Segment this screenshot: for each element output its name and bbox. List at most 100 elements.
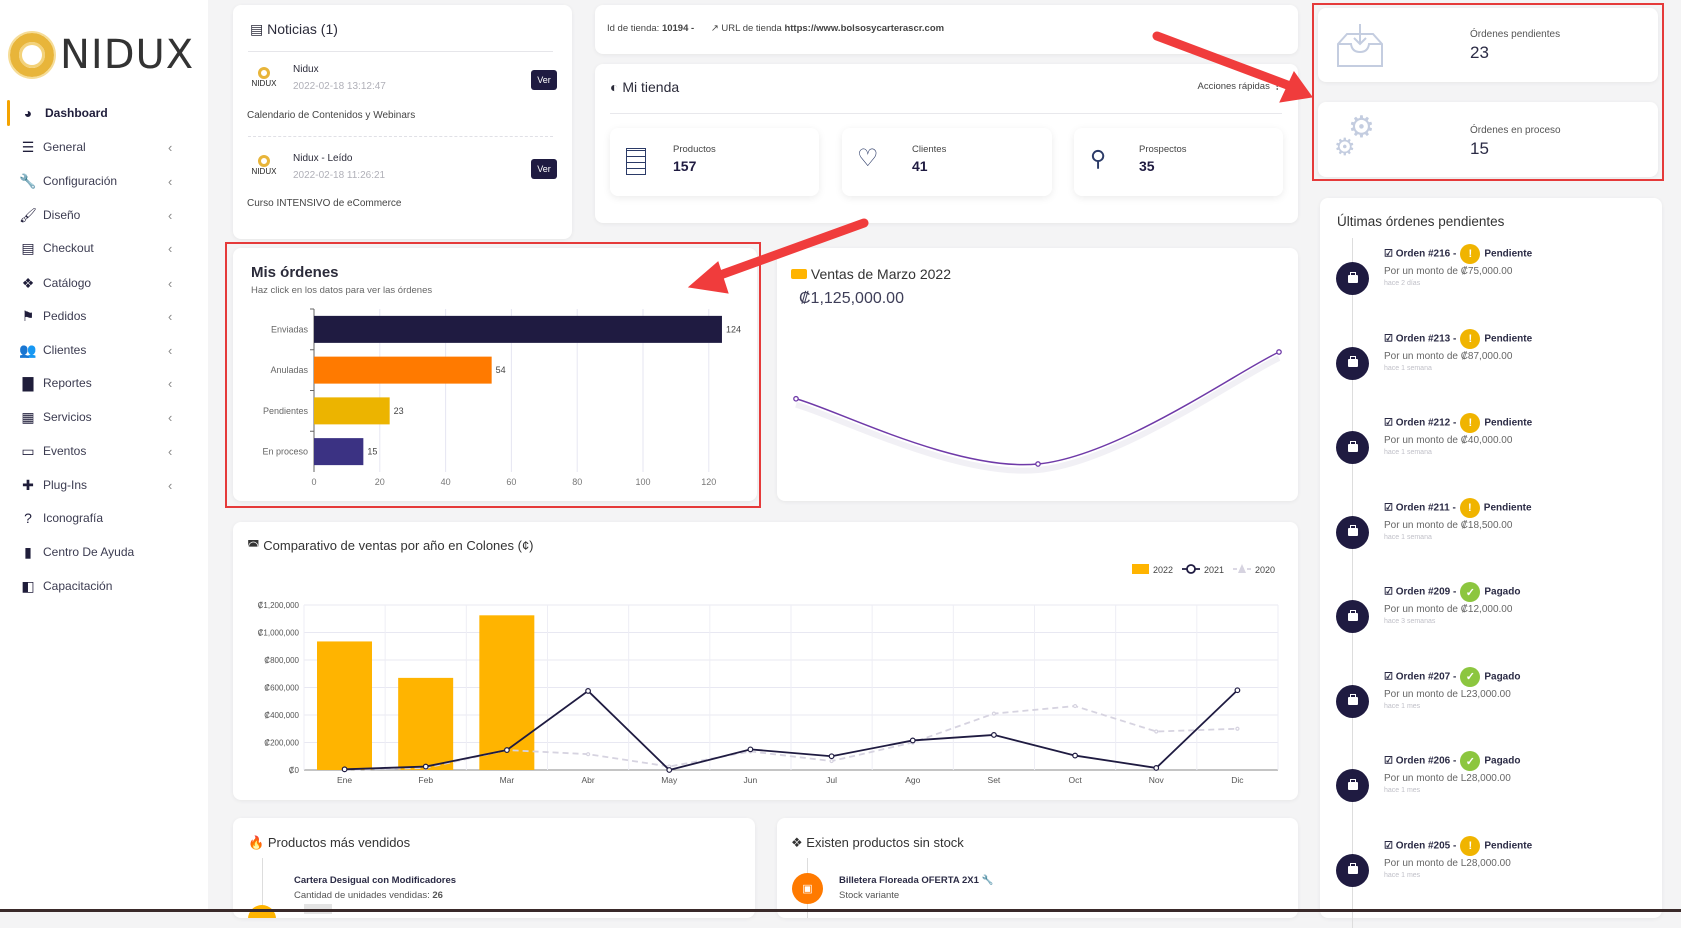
edit-icon: ☑	[1384, 840, 1393, 852]
point-2020-Nov	[1154, 729, 1159, 734]
sidebar-item-capacitaci-n[interactable]: ◧ Capacitación	[0, 571, 208, 601]
view-news-button[interactable]: Ver	[531, 159, 557, 179]
sidebar-item-dise-o[interactable]: 🖌 Diseño ‹	[0, 200, 208, 230]
clients-stat[interactable]: ♡ Clientes 41	[842, 128, 1052, 196]
book-icon: ▮	[24, 543, 32, 560]
news-author: Nidux	[293, 64, 319, 75]
order-item: ☑ Orden #206 - ✓ Pagado Por un monto de L2…	[1320, 751, 1660, 829]
sidebar-item-eventos[interactable]: ▭ Eventos ‹	[0, 436, 208, 466]
order-link[interactable]: ☑ Orden #205 -! Pendiente	[1384, 835, 1533, 856]
x-tick-label: Feb	[418, 775, 433, 785]
news-author: Nidux - Leído	[293, 153, 353, 164]
sidebar-item-checkout[interactable]: ▤ Checkout ‹	[0, 233, 208, 263]
quick-actions-button[interactable]: Acciones rápidas ⋮	[1198, 81, 1283, 92]
order-link[interactable]: ☑ Orden #216 -! Pendiente	[1384, 244, 1532, 264]
store-url-label: URL de tienda	[721, 23, 782, 34]
wrench-icon[interactable]: 🔧	[982, 875, 994, 886]
building-icon	[626, 148, 646, 175]
point-2020-Oct	[1072, 703, 1078, 709]
sidebar-item-label: Dashboard	[45, 106, 108, 120]
order-link[interactable]: ☑ Orden #213 -! Pendiente	[1384, 328, 1532, 349]
order-amount: Por un monto de L23,000.00	[1384, 688, 1511, 700]
exclamation-icon: !	[1460, 244, 1481, 264]
point-2021-Dic	[1234, 687, 1241, 694]
order-amount: Por un monto de ₡87,000.00	[1384, 350, 1513, 362]
order-link[interactable]: ☑ Orden #209 - ✓ Pagado	[1384, 582, 1520, 602]
status-badge: Pagado	[1484, 671, 1521, 683]
chevron-left-icon: ‹	[168, 443, 173, 459]
sidebar-item-label: Catálogo	[43, 276, 92, 290]
order-time: hace 1 semana	[1384, 364, 1432, 372]
sidebar-item-cat-logo[interactable]: ❖ Catálogo ‹	[0, 268, 208, 298]
divider	[610, 113, 1282, 114]
product-name[interactable]: Billetera Floreada OFERTA 2X1	[839, 875, 979, 886]
order-link[interactable]: ☑ Orden #211 -! Pendiente	[1384, 497, 1532, 518]
y-tick-label: ₡200,000	[264, 739, 299, 748]
point-2020-Abr	[585, 752, 591, 757]
point-2021-Nov	[1153, 765, 1160, 771]
chevron-left-icon: ‹	[168, 207, 173, 223]
stock-type: Stock variante	[839, 890, 900, 901]
nidux-logo[interactable]: NIDUX	[10, 32, 194, 78]
prospects-stat[interactable]: ⚲ Prospectos 35	[1074, 128, 1283, 196]
edit-icon: ☑	[1384, 586, 1393, 598]
sidebar-item-iconograf-a[interactable]: ? Iconografía	[0, 503, 208, 533]
vertical-dots-icon: ⋮	[1272, 81, 1283, 92]
status-badge: Pendiente	[1484, 840, 1533, 852]
users-icon: 👥	[19, 341, 37, 358]
comparison-chart[interactable]: ₡0 ₡200,000 ₡400,000 ₡600,000 ₡800,000 ₡1,000…	[233, 522, 1298, 800]
my-store-title: Mi tienda	[622, 79, 680, 95]
product-name[interactable]: Cartera Desigual con Modificadores	[294, 875, 456, 886]
point-2020-Dic	[1235, 726, 1240, 731]
shopping-bag-icon	[1336, 853, 1369, 887]
products-stat[interactable]: Productos 157	[610, 128, 819, 196]
box-icon: ▣	[792, 873, 823, 904]
edit-icon: ☑	[1384, 502, 1393, 514]
sidebar-item-servicios[interactable]: ▦ Servicios ‹	[0, 402, 208, 432]
shopping-bag-icon	[1336, 600, 1369, 633]
news-avatar: NIDUX	[247, 67, 281, 88]
status-badge: Pendiente	[1484, 248, 1533, 260]
order-link[interactable]: ☑ Orden #212 -! Pendiente	[1384, 413, 1532, 433]
point-2021-Ago	[909, 737, 916, 744]
my-store-card: ◐ Mi tienda Acciones rápidas ⋮ Productos…	[595, 64, 1298, 223]
shopping-bag-icon	[1336, 262, 1369, 295]
store-url-link[interactable]: https://www.bolsosycarterascr.com	[784, 23, 944, 34]
order-time: hace 2 días	[1384, 280, 1421, 287]
bar-2022-Mar	[479, 615, 535, 770]
order-link[interactable]: ☑ Orden #207 - ✓ Pagado	[1384, 666, 1521, 687]
shopping-bag-icon	[1336, 515, 1369, 549]
order-item: ☑ Orden #211 -! Pendiente Por un monto de…	[1320, 497, 1660, 576]
sliders-icon: ☰	[21, 138, 35, 155]
x-tick-label: Dic	[1231, 775, 1244, 785]
monthly-sales-card: Ventas de Marzo 2022 ₡1,125,000.00	[777, 248, 1298, 501]
legend-label: 2020	[1255, 565, 1275, 575]
x-tick-label: Abr	[581, 775, 594, 785]
x-tick-label: Set	[988, 775, 1001, 785]
sidebar-item-plug-ins[interactable]: ✚ Plug-Ins ‹	[0, 470, 208, 500]
sales-line-chart[interactable]	[777, 248, 1298, 501]
logo-text: NIDUX	[60, 32, 195, 78]
exclamation-icon: !	[1459, 497, 1480, 518]
sidebar-item-label: Plug-Ins	[43, 478, 88, 492]
sidebar-item-label: Clientes	[43, 343, 87, 357]
shopping-bag-icon	[1336, 684, 1369, 718]
sidebar-item-reportes[interactable]: ▇ Reportes ‹	[0, 368, 208, 398]
order-link[interactable]: ☑ Orden #206 - ✓ Pagado	[1384, 751, 1520, 771]
view-news-button[interactable]: Ver	[531, 70, 557, 90]
sidebar-item-label: Pedidos	[43, 309, 87, 323]
top-products-title: Productos más vendidos	[267, 835, 411, 850]
sidebar-item-configuraci-n[interactable]: 🔧 Configuración ‹	[0, 166, 208, 196]
sidebar-item-dashboard[interactable]: ◕ Dashboard	[0, 98, 208, 128]
sidebar-item-clientes[interactable]: 👥 Clientes ‹	[0, 335, 208, 365]
chevron-left-icon: ‹	[168, 477, 173, 493]
order-amount: Por un monto de L28,000.00	[1384, 773, 1511, 784]
sidebar-item-general[interactable]: ☰ General ‹	[0, 132, 208, 162]
yearly-comparison-card: ◚ Comparativo de ventas por año en Colon…	[233, 522, 1298, 800]
legend-label: 2022	[1153, 565, 1173, 575]
shopping-bag-icon	[1336, 431, 1369, 464]
sidebar-item-pedidos[interactable]: ⚑ Pedidos ‹	[0, 301, 208, 331]
shopping-bag-icon	[1336, 346, 1369, 380]
sidebar-item-centro-de-ayuda[interactable]: ▮ Centro De Ayuda	[0, 537, 208, 567]
sidebar-item-label: Centro De Ayuda	[43, 545, 135, 559]
